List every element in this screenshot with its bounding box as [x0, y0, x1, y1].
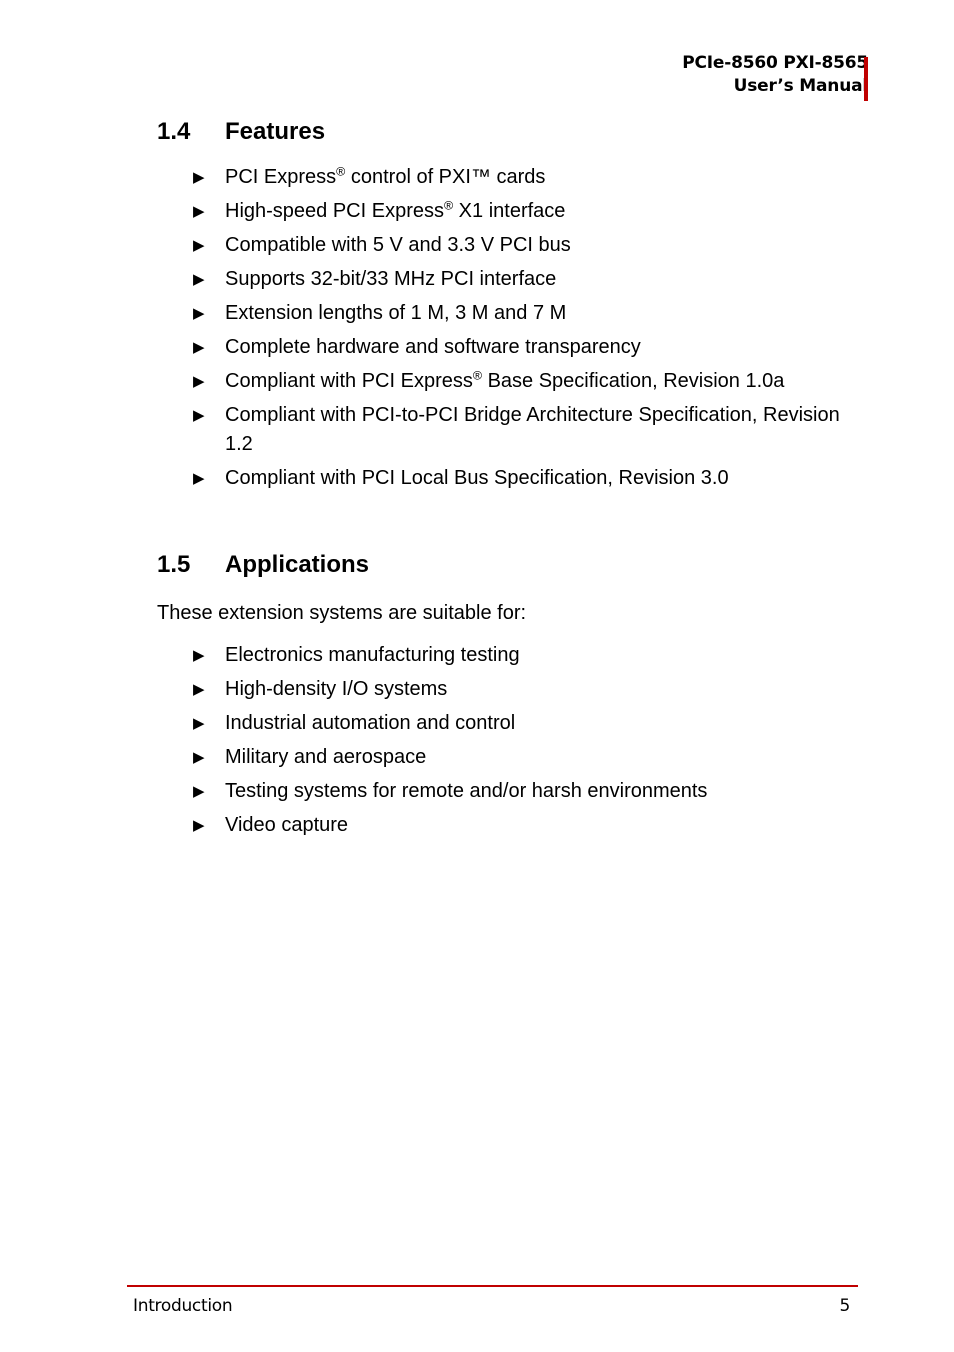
features-list: ▶ PCI Express® control of PXI™ cards ▶ High… [157, 163, 857, 493]
section-title: Features [225, 118, 326, 145]
list-item-label: High-speed PCI Express® X1 interface [225, 198, 566, 222]
list-item: ▶ Complete hardware and software transpar… [157, 333, 857, 362]
page-content: 1.4 Features ▶ PCI Express® control of PXI… [157, 118, 857, 845]
page-header: PCIe-8560 PXI-8565 User’s Manual [682, 52, 868, 98]
list-item: ▶ Compliant with PCI-to-PCI Bridge Archit… [157, 401, 857, 459]
bullet-triangle-icon: ▶ [193, 407, 205, 424]
page-footer: Introduction 5 [127, 1285, 858, 1316]
bullet-triangle-icon: ▶ [193, 715, 205, 732]
bullet-triangle-icon: ▶ [193, 681, 205, 698]
list-item-label: Compliant with PCI Express® Base Specifi… [225, 368, 785, 392]
list-item-label: Electronics manufacturing testing [225, 644, 520, 666]
list-item-label: Industrial automation and control [225, 712, 516, 734]
header-product-line: PCIe-8560 PXI-8565 [682, 53, 868, 73]
footer-accent-rule [127, 1285, 858, 1287]
bullet-triangle-icon: ▶ [193, 373, 205, 390]
list-item-label: Compliant with PCI-to-PCI Bridge Archite… [225, 404, 840, 455]
bullet-triangle-icon: ▶ [193, 271, 205, 288]
section-heading-applications: 1.5 Applications [157, 551, 857, 579]
registered-mark: ® [472, 368, 483, 383]
bullet-triangle-icon: ▶ [193, 203, 205, 220]
list-item: ▶ Compatible with 5 V and 3.3 V PCI bus [157, 231, 857, 260]
list-item-label: Supports 32-bit/33 MHz PCI interface [225, 268, 557, 290]
list-item-label: Complete hardware and software transpare… [225, 336, 641, 358]
section-title: Applications [225, 551, 370, 578]
section-number: 1.5 [157, 551, 191, 578]
list-item: ▶ Military and aerospace [157, 743, 857, 772]
applications-list: ▶ Electronics manufacturing testing ▶ High-… [157, 641, 857, 840]
list-item-label: PCI Express® control of PXI™ cards [225, 164, 546, 188]
footer-row: Introduction 5 [127, 1296, 858, 1316]
list-item-label: Military and aerospace [225, 746, 427, 768]
bullet-triangle-icon: ▶ [193, 749, 205, 766]
bullet-triangle-icon: ▶ [193, 817, 205, 834]
list-item: ▶ High-speed PCI Express® X1 interface [157, 197, 857, 226]
bullet-triangle-icon: ▶ [193, 169, 205, 186]
applications-intro-text: These extension systems are suitable for… [157, 602, 527, 624]
bullet-triangle-icon: ▶ [193, 305, 205, 322]
bullet-triangle-icon: ▶ [193, 783, 205, 800]
footer-chapter-label: Introduction [133, 1296, 233, 1316]
list-item: ▶ Industrial automation and control [157, 709, 857, 738]
section-heading-features: 1.4 Features [157, 118, 857, 146]
list-item-label: Compatible with 5 V and 3.3 V PCI bus [225, 234, 571, 256]
list-item: ▶ High-density I/O systems [157, 675, 857, 704]
registered-mark: ® [336, 164, 346, 179]
list-item: ▶ Testing systems for remote and/or harsh… [157, 777, 857, 806]
list-item-label: Extension lengths of 1 M, 3 M and 7 M [225, 302, 567, 324]
list-item: ▶ PCI Express® control of PXI™ cards [157, 163, 857, 192]
list-item: ▶ Extension lengths of 1 M, 3 M and 7 M [157, 299, 857, 328]
list-item: ▶ Compliant with PCI Local Bus Specificat… [157, 464, 857, 493]
bullet-triangle-icon: ▶ [193, 470, 205, 487]
list-item-label: Compliant with PCI Local Bus Specificati… [225, 467, 729, 489]
registered-mark: ® [443, 198, 454, 213]
bullet-triangle-icon: ▶ [193, 647, 205, 664]
section-number: 1.4 [157, 118, 191, 145]
bullet-triangle-icon: ▶ [193, 339, 205, 356]
list-item: ▶ Compliant with PCI Express® Base Specif… [157, 367, 857, 396]
list-item-label: High-density I/O systems [225, 678, 448, 700]
list-item: ▶ Electronics manufacturing testing [157, 641, 857, 670]
footer-page-number: 5 [839, 1296, 850, 1316]
bullet-triangle-icon: ▶ [193, 237, 205, 254]
header-manual-line: User’s Manual [733, 76, 869, 96]
header-accent-bar [864, 57, 868, 101]
list-item-label: Video capture [225, 814, 349, 836]
list-item: ▶ Video capture [157, 811, 857, 840]
list-item-label: Testing systems for remote and/or harsh … [225, 780, 708, 802]
list-item: ▶ Supports 32-bit/33 MHz PCI interface [157, 265, 857, 294]
